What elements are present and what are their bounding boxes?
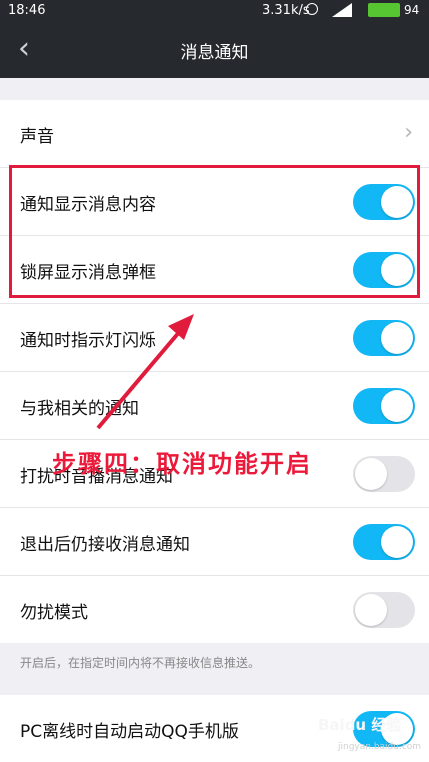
step-annotation: 步骤四：取消功能开启 (52, 449, 312, 478)
watermark-logo: Baidu 经验 (318, 716, 402, 734)
annotation-arrow-icon (96, 314, 194, 430)
watermark-url: jingyan.baidu.com (338, 742, 422, 752)
